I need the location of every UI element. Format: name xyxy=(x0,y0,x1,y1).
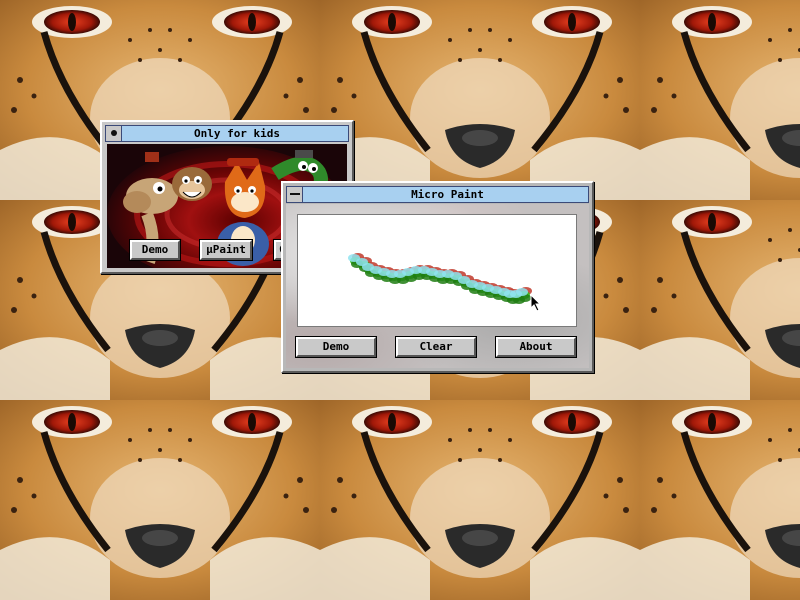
clear-button[interactable]: Clear xyxy=(395,336,477,358)
kids-window-title: Only for kids xyxy=(193,127,281,140)
paint-window-title: Micro Paint xyxy=(411,188,484,201)
micro-paint-window: Micro Paint Demo Clear About xyxy=(281,181,594,373)
arrow-cursor-icon xyxy=(530,294,542,312)
wallpaper-tile xyxy=(640,400,800,600)
wallpaper-tile xyxy=(320,0,640,200)
wallpaper-tile xyxy=(640,0,800,200)
wallpaper-tile xyxy=(320,400,640,600)
kids-titlebar[interactable]: Only for kids xyxy=(105,125,349,142)
paint-titlebar[interactable]: Micro Paint xyxy=(286,186,589,203)
wallpaper-tile xyxy=(0,400,320,600)
about-button[interactable]: About xyxy=(495,336,577,358)
wallpaper-tile xyxy=(640,200,800,400)
dash-icon[interactable] xyxy=(287,187,303,202)
circle-dot-icon[interactable] xyxy=(106,126,122,141)
kids-demo-button[interactable]: Demo xyxy=(129,239,181,261)
kids-mupaint-button[interactable]: μPaint xyxy=(199,239,253,261)
demo-button[interactable]: Demo xyxy=(295,336,377,358)
stroke-dab xyxy=(516,288,528,296)
